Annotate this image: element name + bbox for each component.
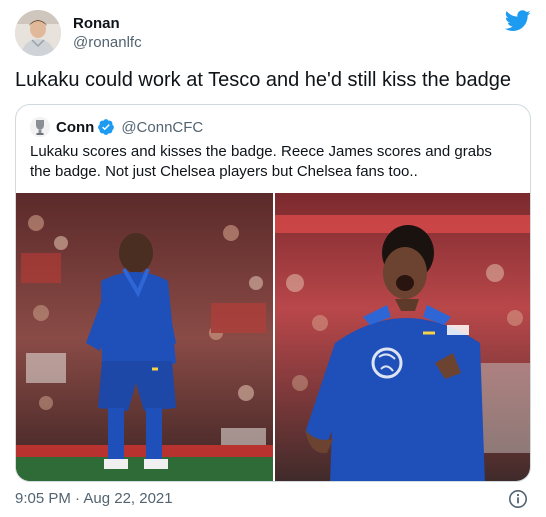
twitter-bird-icon[interactable] xyxy=(505,10,531,32)
author-name[interactable]: Ronan xyxy=(73,14,142,33)
quoted-tweet[interactable]: Conn @ConnCFC Lukaku scores and kisses t… xyxy=(15,104,531,482)
tweet-timestamp[interactable]: 9:05 PM · Aug 22, 2021 xyxy=(15,487,531,511)
author-avatar[interactable] xyxy=(15,10,61,56)
photo-reece-james-celebrating[interactable] xyxy=(275,193,530,481)
verified-badge-icon xyxy=(98,119,115,135)
tweet-footer: 9:05 PM · Aug 22, 2021 xyxy=(15,487,531,511)
quoted-tweet-header: Conn @ConnCFC xyxy=(30,116,203,138)
quoted-author-avatar xyxy=(30,117,50,137)
photo-lukaku-kissing-badge[interactable] xyxy=(16,193,273,481)
author-handle[interactable]: @ronanlfc xyxy=(73,33,142,52)
quoted-tweet-text: Lukaku scores and kisses the badge. Reec… xyxy=(30,143,492,180)
quoted-author-name: Conn xyxy=(56,118,95,136)
author-info: Ronan @ronanlfc xyxy=(73,14,142,52)
tweet-text: Lukaku could work at Tesco and he'd stil… xyxy=(15,69,511,91)
quoted-author-handle: @ConnCFC xyxy=(121,118,204,136)
info-icon[interactable] xyxy=(508,489,528,509)
quoted-media-grid xyxy=(16,193,530,481)
tweet-header: Ronan @ronanlfc xyxy=(15,10,531,58)
